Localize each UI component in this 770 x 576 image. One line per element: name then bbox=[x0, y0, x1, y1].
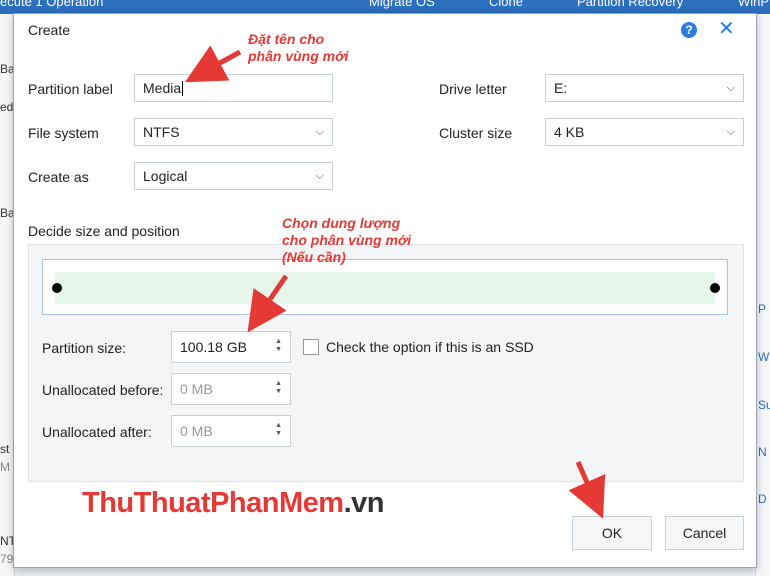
arrow-to-size-input bbox=[247, 274, 289, 333]
arrow-to-ok-button bbox=[568, 460, 606, 519]
arrow-to-label-input bbox=[184, 45, 242, 83]
annotation-arrows bbox=[184, 45, 606, 519]
